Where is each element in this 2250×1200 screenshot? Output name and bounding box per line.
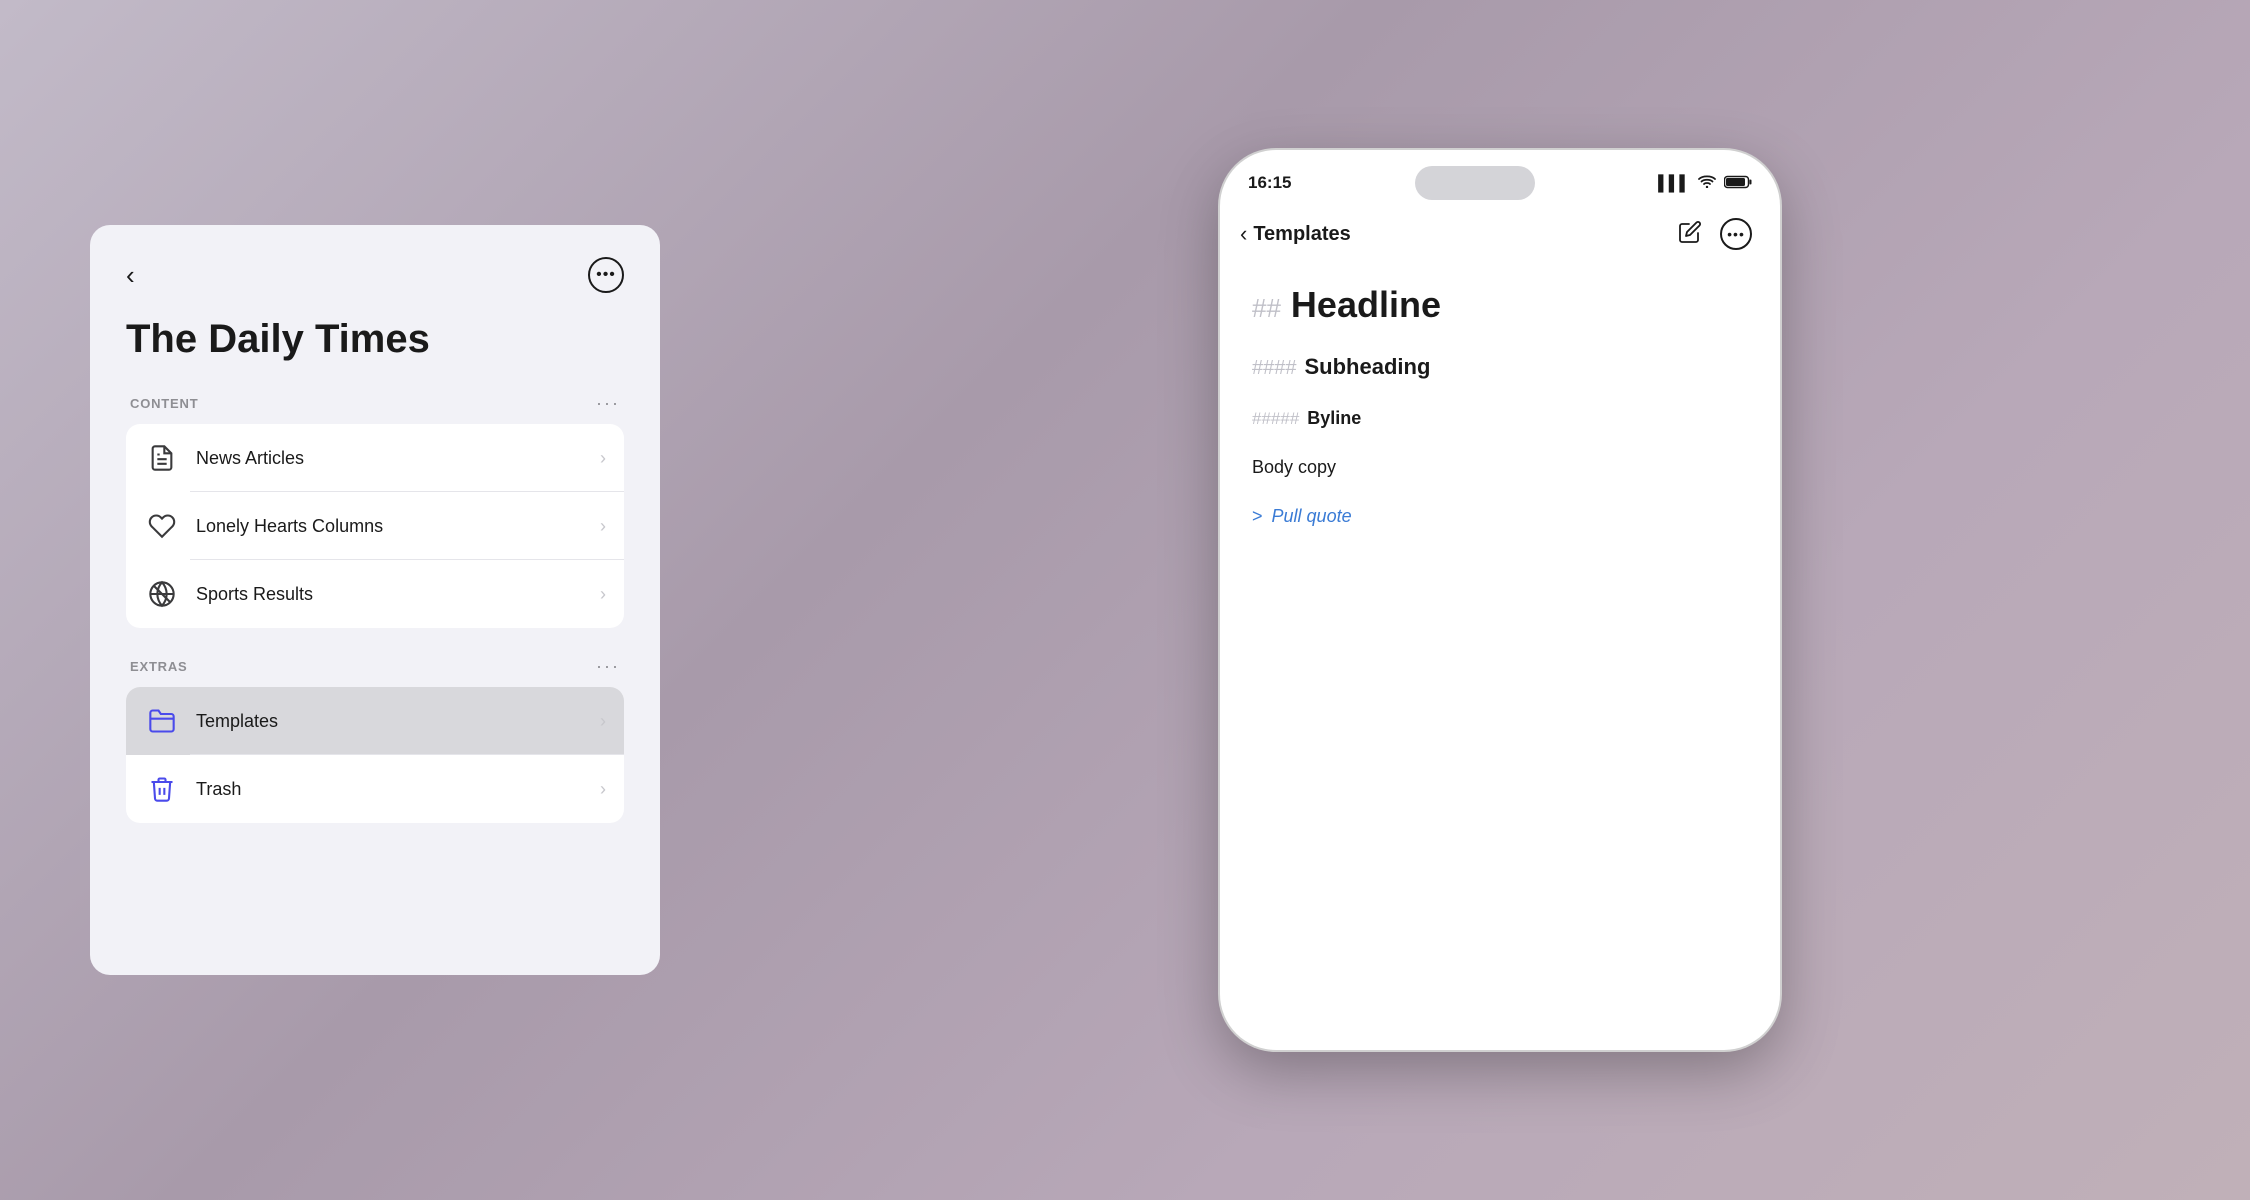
phone-frame: 16:15 ▌▌▌ <box>1220 150 1780 1050</box>
document-icon <box>144 440 180 476</box>
subheading-hash: #### <box>1252 357 1297 380</box>
list-item-lonely-hearts[interactable]: Lonely Hearts Columns › <box>126 492 624 560</box>
phone-nav-actions: ••• <box>1678 218 1752 250</box>
byline-hash: ##### <box>1252 409 1299 429</box>
content-list: News Articles › Lonely Hearts Columns › <box>126 424 624 628</box>
subheading-text: Subheading <box>1305 354 1431 380</box>
signal-icon: ▌▌▌ <box>1658 175 1690 192</box>
phone-content: ## Headline #### Subheading ##### Byline… <box>1220 260 1780 1050</box>
left-card: ‹ ••• The Daily Times CONTENT ··· <box>90 225 660 975</box>
chevron-right-icon: › <box>600 584 606 605</box>
byline-text: Byline <box>1307 408 1361 429</box>
content-section-label: CONTENT <box>130 396 198 411</box>
sports-icon <box>144 576 180 612</box>
folder-icon <box>144 703 180 739</box>
template-subheading-row: #### Subheading <box>1252 354 1748 380</box>
phone-nav: ‹ Templates ••• <box>1220 208 1780 260</box>
phone-more-button[interactable]: ••• <box>1720 218 1752 250</box>
status-time: 16:15 <box>1248 173 1291 193</box>
headline-hash: ## <box>1252 293 1281 324</box>
status-bar: 16:15 ▌▌▌ <box>1220 150 1780 208</box>
app-title: The Daily Times <box>126 317 624 361</box>
list-item-templates[interactable]: Templates › <box>126 687 624 755</box>
template-headline-row: ## Headline <box>1252 284 1748 326</box>
list-item-trash[interactable]: Trash › <box>126 755 624 823</box>
list-item-sports-results[interactable]: Sports Results › <box>126 560 624 628</box>
back-button[interactable]: ‹ <box>126 262 135 288</box>
headline-text: Headline <box>1291 284 1441 326</box>
lonely-hearts-label: Lonely Hearts Columns <box>196 516 600 537</box>
sports-results-label: Sports Results <box>196 584 600 605</box>
list-item-news-articles[interactable]: News Articles › <box>126 424 624 492</box>
trash-label: Trash <box>196 779 600 800</box>
extras-list: Templates › Trash › <box>126 687 624 823</box>
pullquote-arrow: > <box>1252 506 1263 526</box>
chevron-right-icon: › <box>600 711 606 732</box>
pullquote-text: Pull quote <box>1272 506 1352 526</box>
template-pullquote: > Pull quote <box>1252 506 1748 527</box>
battery-icon <box>1724 175 1752 192</box>
phone-back-button[interactable]: ‹ Templates <box>1240 221 1351 247</box>
top-bar: ‹ ••• <box>126 257 624 293</box>
chevron-right-icon: › <box>600 448 606 469</box>
template-body-text: Body copy <box>1252 457 1748 478</box>
phone-nav-back-label: Templates <box>1253 223 1350 246</box>
content-section-more[interactable]: ··· <box>596 393 620 414</box>
extras-section-more[interactable]: ··· <box>596 656 620 677</box>
edit-icon[interactable] <box>1678 220 1702 249</box>
dynamic-island <box>1415 166 1535 200</box>
status-icons: ▌▌▌ <box>1658 174 1752 192</box>
chevron-right-icon: › <box>600 516 606 537</box>
right-panel: 16:15 ▌▌▌ <box>750 0 2250 1200</box>
chevron-right-icon: › <box>600 779 606 800</box>
trash-icon <box>144 771 180 807</box>
left-panel: ‹ ••• The Daily Times CONTENT ··· <box>0 0 750 1200</box>
news-articles-label: News Articles <box>196 448 600 469</box>
extras-section-label: EXTRAS <box>130 659 188 674</box>
template-byline-row: ##### Byline <box>1252 408 1748 429</box>
more-options-button[interactable]: ••• <box>588 257 624 293</box>
extras-section-header: EXTRAS ··· <box>126 656 624 677</box>
content-section-header: CONTENT ··· <box>126 393 624 414</box>
templates-label: Templates <box>196 711 600 732</box>
wifi-icon <box>1698 174 1716 192</box>
back-chevron-icon: ‹ <box>1240 221 1247 247</box>
heart-icon <box>144 508 180 544</box>
